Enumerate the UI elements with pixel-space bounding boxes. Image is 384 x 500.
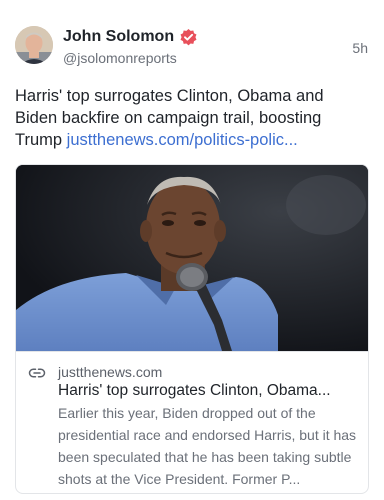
link-icon [28, 364, 46, 382]
preview-meta: justthenews.com Harris' top surrogates C… [16, 351, 368, 493]
name-row: John Solomon [63, 27, 198, 47]
post-header: John Solomon @jsolomonreports 5h [15, 26, 368, 70]
article-photo[interactable] [16, 165, 368, 351]
post-timestamp[interactable]: 5h [352, 39, 368, 57]
avatar[interactable] [15, 26, 53, 64]
preview-description: Earlier this year, Biden dropped out of … [58, 405, 357, 487]
verified-badge-icon [179, 28, 198, 47]
preview-title[interactable]: Harris' top surrogates Clinton, Obama... [58, 381, 358, 401]
avatar-image [15, 26, 53, 64]
post-body: Harris' top surrogates Clinton, Obama an… [15, 85, 365, 151]
author-name[interactable]: John Solomon [63, 27, 174, 47]
author-handle[interactable]: @jsolomonreports [63, 49, 177, 67]
link-preview-card[interactable]: justthenews.com Harris' top surrogates C… [15, 164, 369, 494]
post-card[interactable]: John Solomon @jsolomonreports 5h Harris'… [0, 0, 384, 500]
post-link[interactable]: justthenews.com/politics-polic... [67, 131, 298, 149]
preview-domain: justthenews.com [58, 364, 163, 380]
